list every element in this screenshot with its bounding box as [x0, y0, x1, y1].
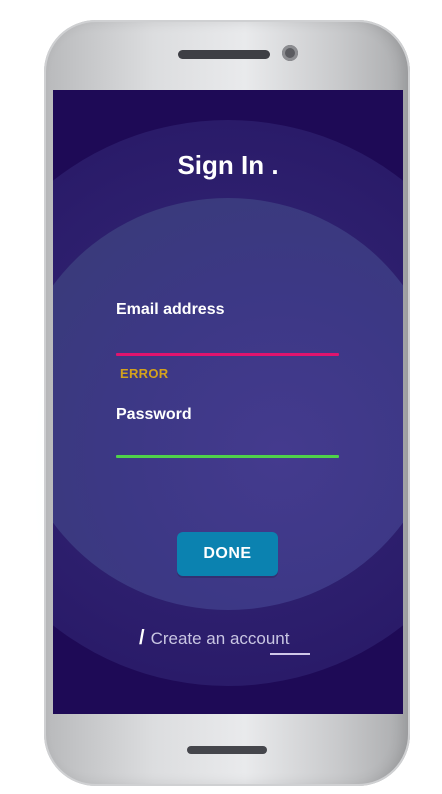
email-error-text: ERROR — [120, 366, 169, 381]
password-label: Password — [116, 406, 192, 423]
home-bar[interactable] — [187, 746, 267, 754]
create-account-underline — [270, 653, 310, 655]
slash-icon: / — [139, 627, 145, 649]
create-account-link[interactable]: / Create an account — [139, 627, 289, 650]
page-title: Sign In . — [177, 150, 279, 180]
phone-screen: Sign In . Email address ERROR Password D… — [53, 90, 403, 714]
front-camera-icon — [282, 45, 298, 61]
email-label: Email address — [116, 301, 225, 318]
create-account-label: Create an account — [150, 628, 290, 648]
password-field[interactable] — [116, 455, 339, 458]
done-button[interactable]: DONE — [177, 532, 278, 576]
email-field[interactable] — [116, 353, 339, 356]
speaker-grille — [178, 50, 270, 59]
